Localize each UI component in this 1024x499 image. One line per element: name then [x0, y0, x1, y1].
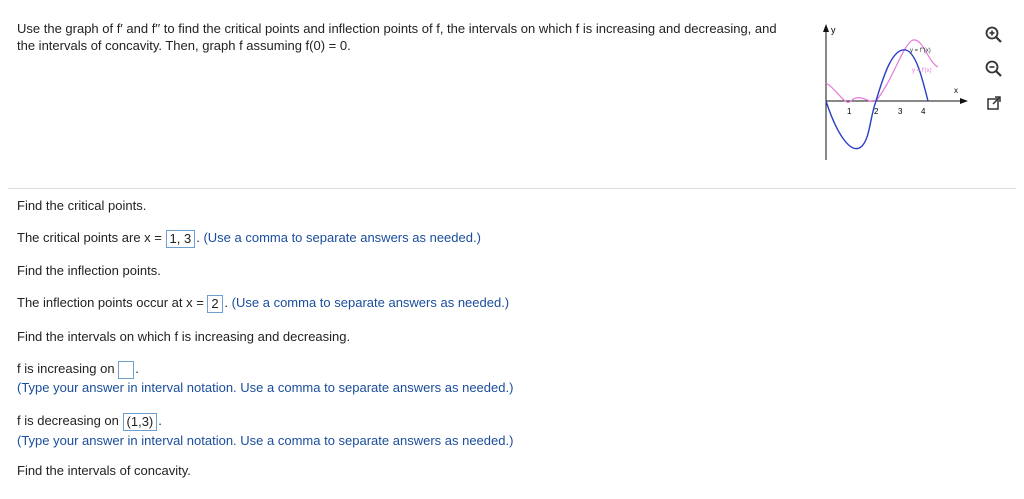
inflection-points-row: The inflection points occur at x = 2. (U… [17, 294, 510, 313]
zoom-in-button[interactable] [984, 25, 1004, 45]
increasing-row: f is increasing on . [17, 360, 139, 379]
popout-button[interactable] [984, 93, 1004, 113]
tick-label-1: 1 [847, 107, 852, 116]
decreasing-answer-box[interactable]: (1,3) [122, 412, 158, 431]
section-divider [8, 188, 1016, 189]
increasing-hint: (Type your answer in interval notation. … [17, 380, 514, 395]
zoom-out-button[interactable] [984, 59, 1004, 79]
decreasing-label: f is decreasing on [17, 413, 119, 428]
zoom-in-icon [985, 26, 1002, 43]
inflection-points-answer-box[interactable]: 2 [207, 294, 224, 313]
fp-curve [825, 49, 929, 150]
problem-statement: Use the graph of f′ and f′′ to find the … [17, 20, 817, 54]
inflection-points-hint: (Use a comma to separate answers as need… [231, 295, 510, 310]
critical-points-row: The critical points are x = 1, 3. (Use a… [17, 229, 481, 248]
tick-label-3: 3 [898, 107, 903, 116]
critical-points-answer-box[interactable]: 1, 3 [165, 229, 196, 248]
popout-icon [987, 96, 1001, 110]
critical-points-hint: (Use a comma to separate answers as need… [203, 230, 481, 245]
derivative-graph: y x 1 2 3 4 y = f′′(x) y = f′(x) [823, 24, 968, 160]
problem-line-2: the intervals of concavity. Then, graph … [17, 38, 351, 53]
y-axis-label: y [831, 25, 836, 35]
problem-line-1: Use the graph of f′ and f′′ to find the … [17, 21, 777, 36]
increasing-answer-box[interactable] [118, 360, 135, 379]
inflection-points-label: The inflection points occur at x = [17, 295, 204, 310]
critical-points-label: The critical points are x = [17, 230, 162, 245]
legend-fp: y = f′(x) [912, 68, 932, 74]
critical-points-prompt: Find the critical points. [17, 198, 147, 213]
monotonicity-prompt: Find the intervals on which f is increas… [17, 329, 351, 344]
tick-label-4: 4 [921, 107, 926, 116]
zoom-out-icon [985, 60, 1002, 77]
x-axis-arrow [960, 98, 968, 104]
concavity-prompt: Find the intervals of concavity. [17, 463, 191, 478]
inflection-points-prompt: Find the inflection points. [17, 263, 161, 278]
decreasing-hint: (Type your answer in interval notation. … [17, 433, 514, 448]
legend-fpp: y = f′′(x) [910, 48, 931, 54]
tick-label-2: 2 [874, 107, 879, 116]
increasing-label: f is increasing on [17, 361, 115, 376]
x-axis-label: x [954, 86, 958, 95]
y-axis-arrow [823, 24, 829, 32]
decreasing-row: f is decreasing on (1,3). [17, 412, 162, 431]
